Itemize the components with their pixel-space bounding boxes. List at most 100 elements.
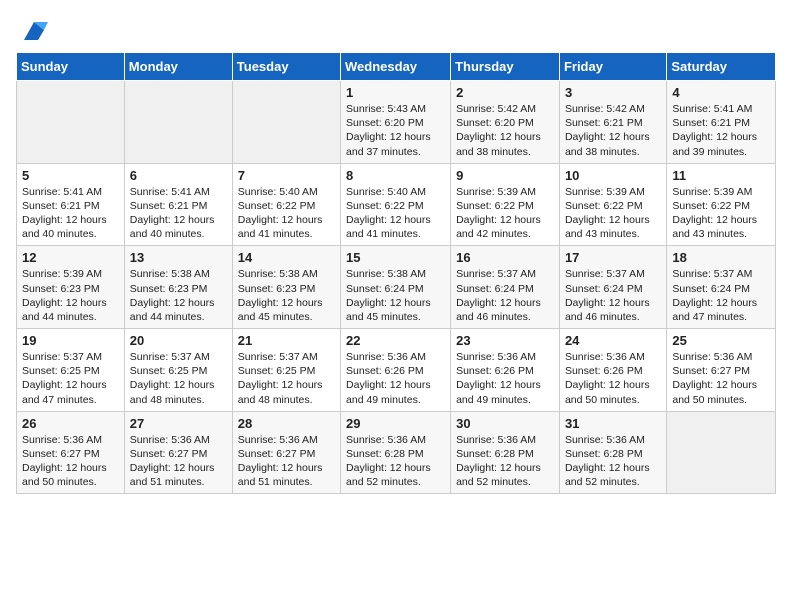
day-number: 19 [22, 333, 119, 348]
day-number: 1 [346, 85, 445, 100]
day-info: Sunrise: 5:39 AM Sunset: 6:22 PM Dayligh… [456, 185, 554, 242]
calendar: SundayMondayTuesdayWednesdayThursdayFrid… [16, 52, 776, 494]
calendar-cell [17, 81, 125, 164]
day-number: 17 [565, 250, 661, 265]
calendar-cell: 12 Sunrise: 5:39 AM Sunset: 6:23 PM Dayli… [17, 246, 125, 329]
calendar-cell: 30Sunrise: 5:36 AM Sunset: 6:28 PM Dayli… [451, 411, 560, 494]
day-info: Sunrise: 5:40 AM Sunset: 6:22 PM Dayligh… [238, 185, 335, 242]
day-number: 26 [22, 416, 119, 431]
weekday-header-wednesday: Wednesday [341, 53, 451, 81]
calendar-cell: 28 Sunrise: 5:36 AM Sunset: 6:27 PM Dayli… [232, 411, 340, 494]
calendar-cell: 27 Sunrise: 5:36 AM Sunset: 6:27 PM Dayli… [124, 411, 232, 494]
weekday-header-row: SundayMondayTuesdayWednesdayThursdayFrid… [17, 53, 776, 81]
day-info: Sunrise: 5:36 AM Sunset: 6:27 PM Dayligh… [238, 433, 335, 490]
weekday-header-sunday: Sunday [17, 53, 125, 81]
calendar-cell: 20 Sunrise: 5:37 AM Sunset: 6:25 PM Dayli… [124, 329, 232, 412]
day-info: Sunrise: 5:38 AM Sunset: 6:24 PM Dayligh… [346, 267, 445, 324]
day-info: Sunrise: 5:37 AM Sunset: 6:25 PM Dayligh… [130, 350, 227, 407]
day-number: 3 [565, 85, 661, 100]
day-number: 2 [456, 85, 554, 100]
calendar-cell: 22Sunrise: 5:36 AM Sunset: 6:26 PM Dayli… [341, 329, 451, 412]
page: SundayMondayTuesdayWednesdayThursdayFrid… [0, 0, 792, 502]
calendar-cell: 9Sunrise: 5:39 AM Sunset: 6:22 PM Daylig… [451, 163, 560, 246]
day-info: Sunrise: 5:42 AM Sunset: 6:21 PM Dayligh… [565, 102, 661, 159]
day-number: 18 [672, 250, 770, 265]
logo [16, 16, 48, 44]
day-number: 7 [238, 168, 335, 183]
calendar-cell: 31 Sunrise: 5:36 AM Sunset: 6:28 PM Dayli… [559, 411, 666, 494]
day-info: Sunrise: 5:41 AM Sunset: 6:21 PM Dayligh… [130, 185, 227, 242]
day-info: Sunrise: 5:36 AM Sunset: 6:27 PM Dayligh… [22, 433, 119, 490]
calendar-cell: 5 Sunrise: 5:41 AM Sunset: 6:21 PM Daylig… [17, 163, 125, 246]
day-number: 20 [130, 333, 227, 348]
day-number: 24 [565, 333, 661, 348]
day-info: Sunrise: 5:40 AM Sunset: 6:22 PM Dayligh… [346, 185, 445, 242]
calendar-cell: 15 Sunrise: 5:38 AM Sunset: 6:24 PM Dayli… [341, 246, 451, 329]
weekday-header-thursday: Thursday [451, 53, 560, 81]
day-number: 15 [346, 250, 445, 265]
day-info: Sunrise: 5:36 AM Sunset: 6:26 PM Dayligh… [456, 350, 554, 407]
day-info: Sunrise: 5:38 AM Sunset: 6:23 PM Dayligh… [238, 267, 335, 324]
day-number: 6 [130, 168, 227, 183]
day-info: Sunrise: 5:41 AM Sunset: 6:21 PM Dayligh… [672, 102, 770, 159]
day-number: 29 [346, 416, 445, 431]
calendar-cell [124, 81, 232, 164]
calendar-cell: 16 Sunrise: 5:37 AM Sunset: 6:24 PM Dayli… [451, 246, 560, 329]
day-number: 12 [22, 250, 119, 265]
week-row-0: 1 Sunrise: 5:43 AM Sunset: 6:20 PM Daylig… [17, 81, 776, 164]
day-info: Sunrise: 5:39 AM Sunset: 6:22 PM Dayligh… [565, 185, 661, 242]
calendar-cell: 2Sunrise: 5:42 AM Sunset: 6:20 PM Daylig… [451, 81, 560, 164]
calendar-cell: 21Sunrise: 5:37 AM Sunset: 6:25 PM Dayli… [232, 329, 340, 412]
day-number: 16 [456, 250, 554, 265]
day-number: 30 [456, 416, 554, 431]
calendar-cell: 7 Sunrise: 5:40 AM Sunset: 6:22 PM Daylig… [232, 163, 340, 246]
day-info: Sunrise: 5:37 AM Sunset: 6:24 PM Dayligh… [672, 267, 770, 324]
calendar-cell [232, 81, 340, 164]
day-info: Sunrise: 5:36 AM Sunset: 6:27 PM Dayligh… [672, 350, 770, 407]
day-info: Sunrise: 5:37 AM Sunset: 6:25 PM Dayligh… [22, 350, 119, 407]
calendar-cell [667, 411, 776, 494]
day-info: Sunrise: 5:36 AM Sunset: 6:28 PM Dayligh… [346, 433, 445, 490]
calendar-cell: 1 Sunrise: 5:43 AM Sunset: 6:20 PM Daylig… [341, 81, 451, 164]
day-info: Sunrise: 5:36 AM Sunset: 6:28 PM Dayligh… [565, 433, 661, 490]
day-info: Sunrise: 5:39 AM Sunset: 6:23 PM Dayligh… [22, 267, 119, 324]
week-row-4: 26 Sunrise: 5:36 AM Sunset: 6:27 PM Dayli… [17, 411, 776, 494]
calendar-cell: 18 Sunrise: 5:37 AM Sunset: 6:24 PM Dayli… [667, 246, 776, 329]
day-number: 22 [346, 333, 445, 348]
day-info: Sunrise: 5:39 AM Sunset: 6:22 PM Dayligh… [672, 185, 770, 242]
day-number: 23 [456, 333, 554, 348]
weekday-header-saturday: Saturday [667, 53, 776, 81]
day-number: 13 [130, 250, 227, 265]
day-info: Sunrise: 5:38 AM Sunset: 6:23 PM Dayligh… [130, 267, 227, 324]
day-number: 27 [130, 416, 227, 431]
week-row-1: 5 Sunrise: 5:41 AM Sunset: 6:21 PM Daylig… [17, 163, 776, 246]
day-info: Sunrise: 5:43 AM Sunset: 6:20 PM Dayligh… [346, 102, 445, 159]
day-info: Sunrise: 5:37 AM Sunset: 6:24 PM Dayligh… [456, 267, 554, 324]
day-info: Sunrise: 5:37 AM Sunset: 6:24 PM Dayligh… [565, 267, 661, 324]
day-number: 11 [672, 168, 770, 183]
day-number: 31 [565, 416, 661, 431]
calendar-cell: 24 Sunrise: 5:36 AM Sunset: 6:26 PM Dayli… [559, 329, 666, 412]
calendar-cell: 29 Sunrise: 5:36 AM Sunset: 6:28 PM Dayli… [341, 411, 451, 494]
calendar-cell: 19 Sunrise: 5:37 AM Sunset: 6:25 PM Dayli… [17, 329, 125, 412]
day-number: 21 [238, 333, 335, 348]
day-number: 8 [346, 168, 445, 183]
calendar-cell: 14 Sunrise: 5:38 AM Sunset: 6:23 PM Dayli… [232, 246, 340, 329]
day-number: 5 [22, 168, 119, 183]
day-number: 28 [238, 416, 335, 431]
calendar-cell: 10Sunrise: 5:39 AM Sunset: 6:22 PM Dayli… [559, 163, 666, 246]
day-number: 4 [672, 85, 770, 100]
calendar-cell: 6 Sunrise: 5:41 AM Sunset: 6:21 PM Daylig… [124, 163, 232, 246]
day-info: Sunrise: 5:36 AM Sunset: 6:26 PM Dayligh… [565, 350, 661, 407]
calendar-cell: 11 Sunrise: 5:39 AM Sunset: 6:22 PM Dayli… [667, 163, 776, 246]
weekday-header-tuesday: Tuesday [232, 53, 340, 81]
day-info: Sunrise: 5:41 AM Sunset: 6:21 PM Dayligh… [22, 185, 119, 242]
week-row-2: 12 Sunrise: 5:39 AM Sunset: 6:23 PM Dayli… [17, 246, 776, 329]
calendar-cell: 25Sunrise: 5:36 AM Sunset: 6:27 PM Dayli… [667, 329, 776, 412]
weekday-header-monday: Monday [124, 53, 232, 81]
calendar-cell: 13 Sunrise: 5:38 AM Sunset: 6:23 PM Dayli… [124, 246, 232, 329]
day-number: 14 [238, 250, 335, 265]
calendar-cell: 4 Sunrise: 5:41 AM Sunset: 6:21 PM Daylig… [667, 81, 776, 164]
week-row-3: 19 Sunrise: 5:37 AM Sunset: 6:25 PM Dayli… [17, 329, 776, 412]
day-info: Sunrise: 5:36 AM Sunset: 6:27 PM Dayligh… [130, 433, 227, 490]
